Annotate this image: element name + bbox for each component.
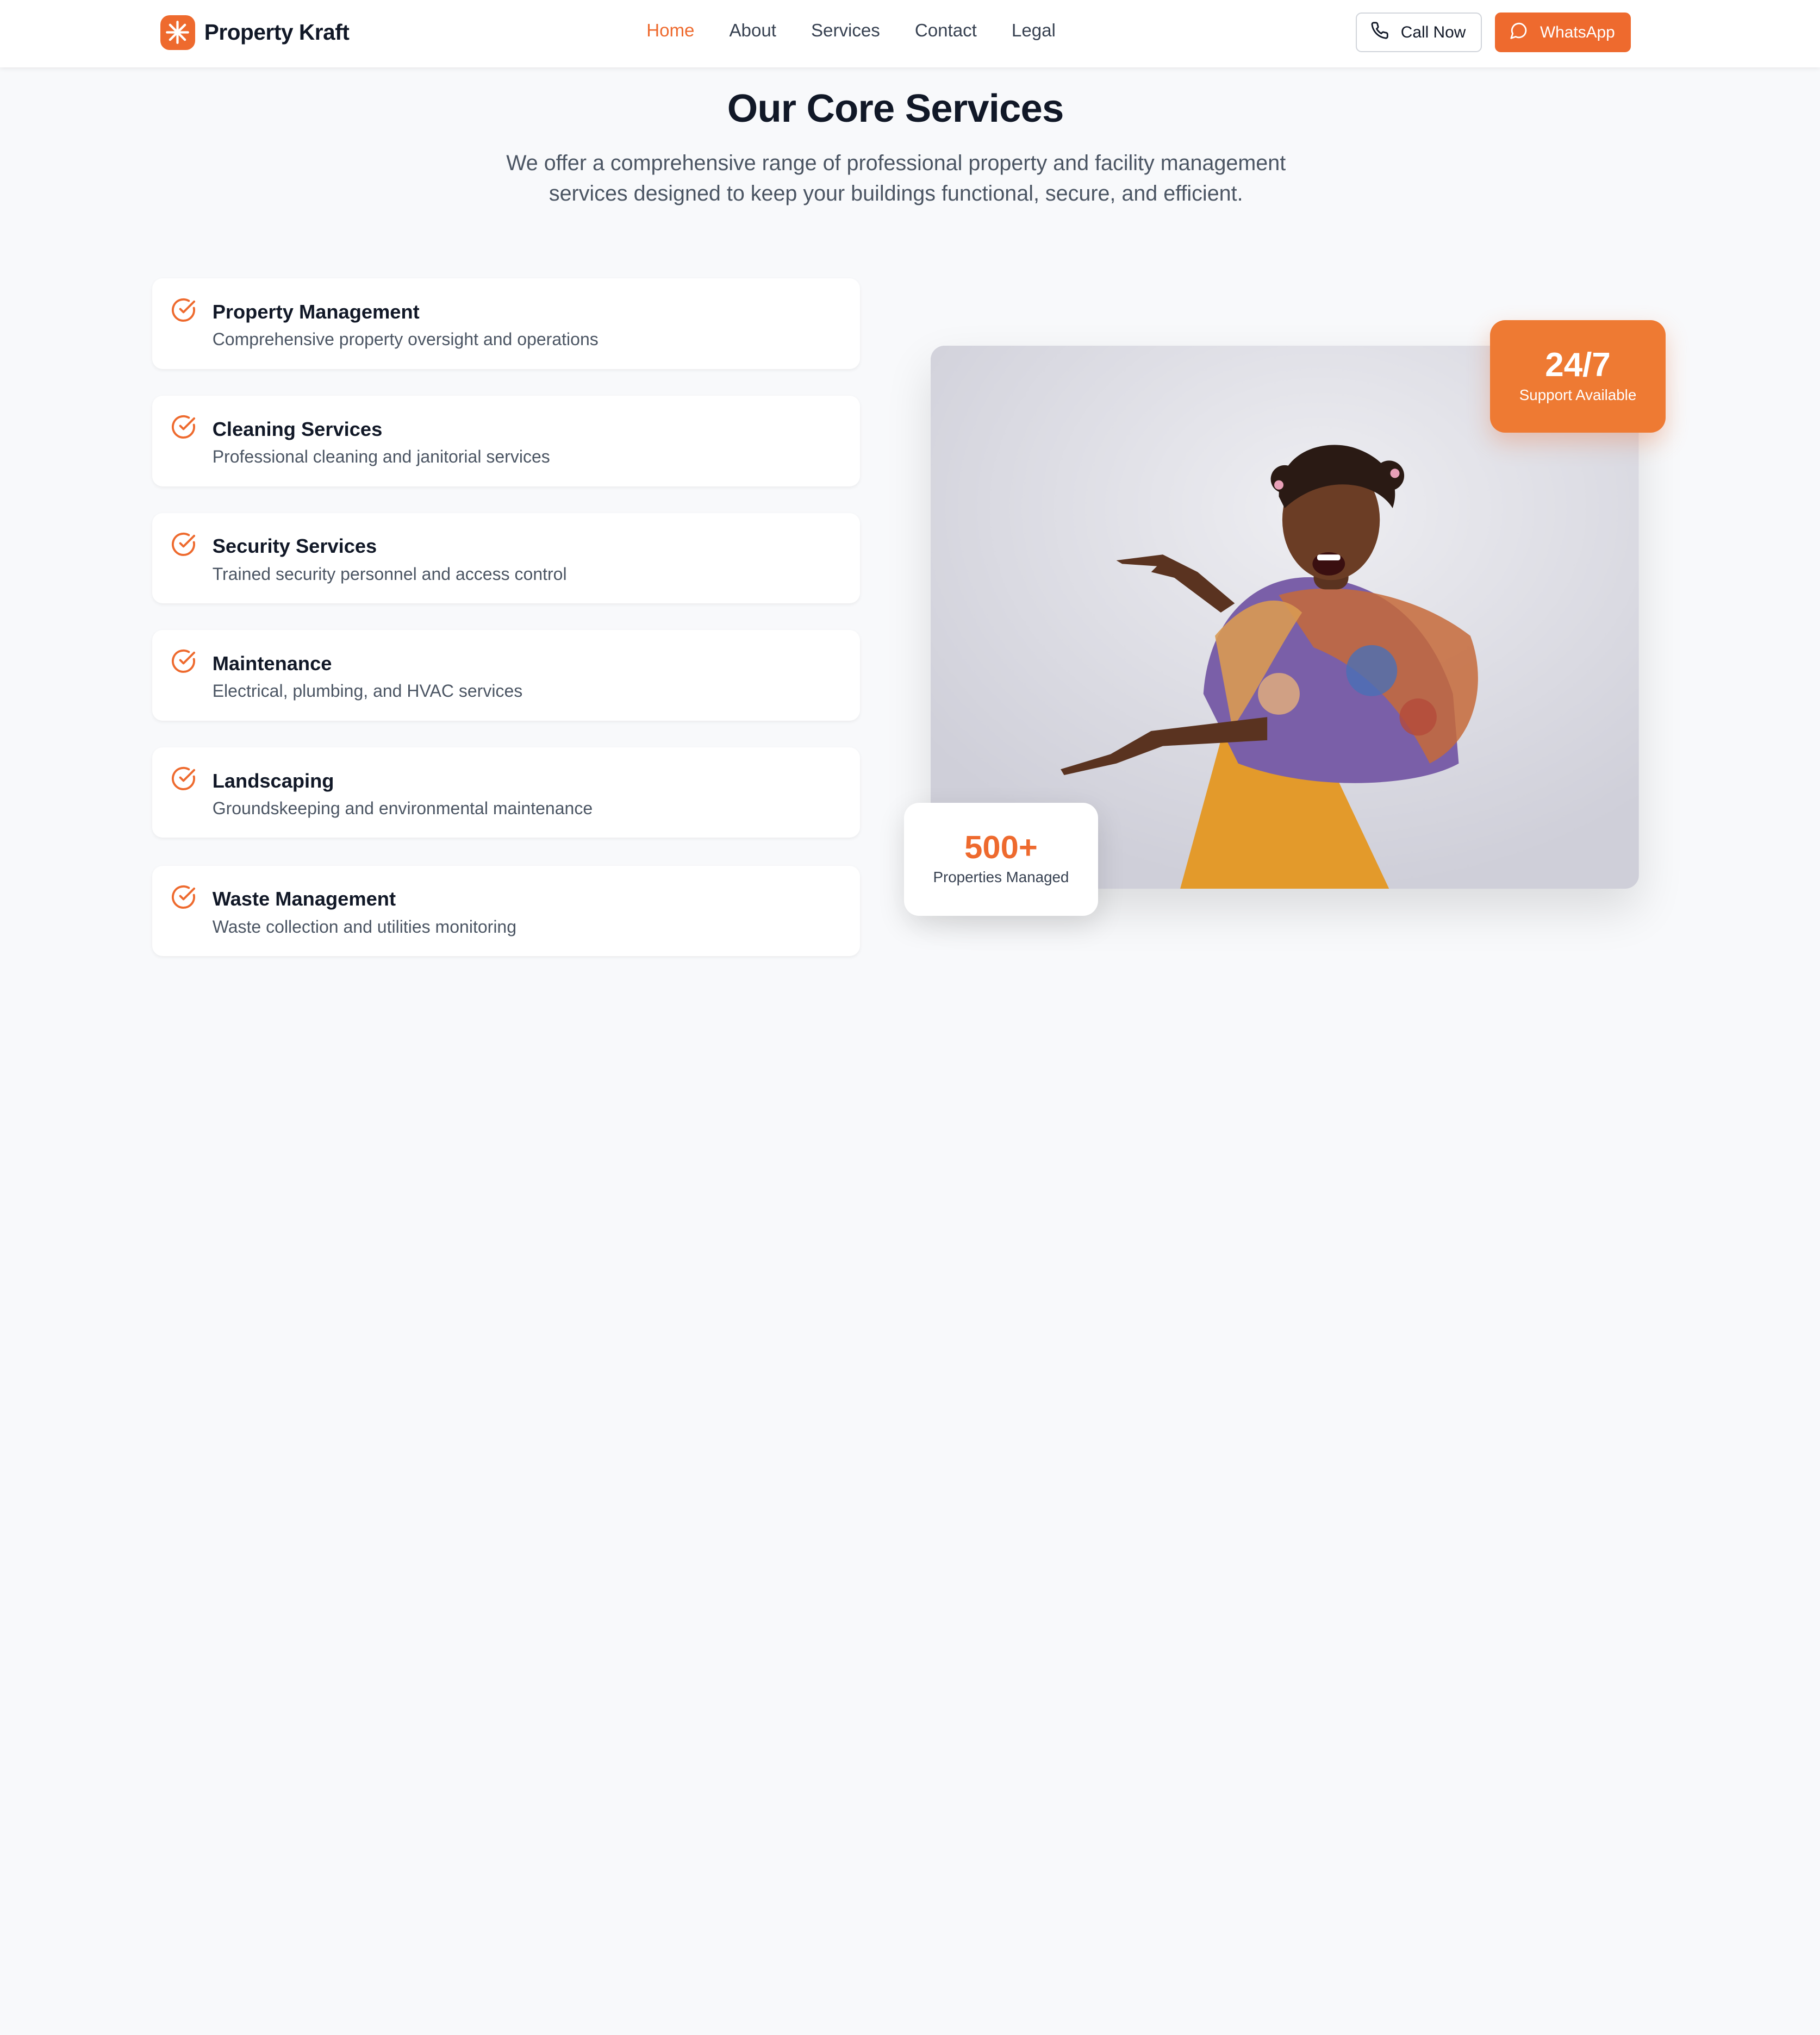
check-circle-icon [171, 648, 196, 674]
service-desc: Professional cleaning and janitorial ser… [212, 446, 550, 466]
service-title: Security Services [212, 535, 377, 558]
service-title: Cleaning Services [212, 417, 383, 440]
service-title: Waste Management [212, 888, 396, 910]
service-desc: Comprehensive property oversight and ope… [212, 329, 599, 349]
phone-icon [1370, 21, 1389, 44]
service-card-waste-management[interactable]: Waste Management Waste collection and ut… [152, 865, 861, 957]
nav-link-legal[interactable]: Legal [1012, 21, 1056, 41]
properties-stat-badge: 500+ Properties Managed [904, 803, 1098, 916]
check-circle-icon [171, 884, 196, 910]
check-circle-icon [171, 766, 196, 791]
brand-name: Property Kraft [204, 20, 350, 45]
section-subtitle: We offer a comprehensive range of profes… [506, 151, 1286, 205]
nav-links: Home About Services Contact Legal [646, 21, 1056, 41]
nav-link-home[interactable]: Home [646, 21, 694, 41]
service-title: Property Management [212, 300, 420, 323]
whatsapp-button[interactable]: WhatsApp [1494, 13, 1631, 53]
service-desc: Trained security personnel and access co… [212, 564, 567, 584]
check-circle-icon [171, 532, 196, 557]
service-desc: Waste collection and utilities monitorin… [212, 916, 517, 937]
asterisk-logo-icon [160, 15, 195, 50]
brand[interactable]: Property Kraft [160, 15, 350, 50]
chat-bubble-icon [1510, 21, 1528, 44]
service-desc: Electrical, plumbing, and HVAC services [212, 681, 523, 701]
check-circle-icon [171, 414, 196, 440]
nav-link-contact[interactable]: Contact [915, 21, 977, 41]
call-now-button[interactable]: Call Now [1355, 13, 1482, 53]
support-stat-badge: 24/7 Support Available [1490, 320, 1666, 433]
service-card-landscaping[interactable]: Landscaping Groundskeeping and environme… [152, 747, 861, 838]
nav-link-services[interactable]: Services [811, 21, 880, 41]
section-title: Our Core Services [727, 86, 1064, 130]
properties-stat-value: 500+ [964, 829, 1038, 866]
service-card-property-management[interactable]: Property Management Comprehensive proper… [152, 278, 861, 369]
call-now-label: Call Now [1400, 23, 1466, 41]
service-card-security-services[interactable]: Security Services Trained security perso… [152, 513, 861, 604]
navbar: Property Kraft Home About Services Conta… [0, 0, 1820, 67]
nav-actions: Call Now WhatsApp [1355, 13, 1631, 53]
check-circle-icon [171, 297, 196, 323]
service-title: Maintenance [212, 652, 332, 675]
nav-link-about[interactable]: About [729, 21, 776, 41]
service-desc: Groundskeeping and environmental mainten… [212, 798, 593, 818]
service-card-cleaning-services[interactable]: Cleaning Services Professional cleaning … [152, 396, 861, 486]
service-title: Landscaping [212, 769, 334, 792]
support-stat-label: Support Available [1519, 386, 1637, 404]
service-card-maintenance[interactable]: Maintenance Electrical, plumbing, and HV… [152, 630, 861, 721]
whatsapp-label: WhatsApp [1539, 23, 1615, 41]
page: Property Kraft Home About Services Conta… [0, 0, 1820, 1017]
support-stat-value: 24/7 [1545, 346, 1611, 384]
properties-stat-label: Properties Managed [933, 868, 1069, 885]
